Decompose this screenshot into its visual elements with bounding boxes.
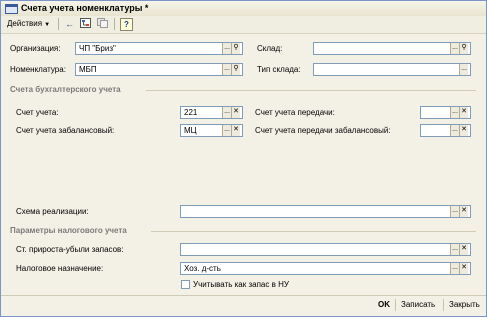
copy-icon[interactable] [96, 18, 109, 30]
inventory-checkbox[interactable] [181, 280, 190, 289]
warehouse-field[interactable]: ... ⚲ [313, 42, 471, 55]
select-ellipsis-icon[interactable]: ... [450, 263, 459, 274]
select-ellipsis-icon[interactable]: ... [222, 107, 231, 118]
gain-loss-field[interactable]: ... ✕ [180, 243, 471, 256]
section-divider [146, 90, 476, 91]
transfer-offbalance-label: Счет учета передачи забалансовый: [255, 126, 391, 135]
select-ellipsis-icon[interactable]: ... [450, 125, 459, 136]
select-ellipsis-icon[interactable]: ... [222, 125, 231, 136]
footer-separator [395, 299, 396, 311]
toolbar-separator [58, 18, 59, 30]
actions-label: Действия [7, 19, 43, 28]
transfer-account-label: Счет учета передачи: [255, 108, 335, 117]
title-bar: Счета учета номенклатуры * [1, 1, 486, 17]
ok-button[interactable]: OK [378, 299, 390, 311]
section-divider [151, 231, 476, 232]
tax-purpose-label: Налоговое назначение: [16, 264, 104, 273]
accounting-section-title: Счета бухгалтерского учета [10, 85, 121, 94]
search-icon[interactable]: ⚲ [231, 64, 240, 75]
item-value: МБП [79, 65, 97, 74]
clear-x-icon[interactable]: ✕ [231, 107, 240, 118]
chevron-down-icon: ▼ [44, 22, 51, 28]
tax-purpose-value: Хоз. д-сть [184, 264, 221, 273]
warehouse-label: Склад: [257, 44, 283, 53]
clear-x-icon[interactable]: ✕ [459, 125, 468, 136]
toolbar-separator [114, 18, 115, 30]
organization-value: ЧП "Бриз" [79, 44, 116, 53]
transfer-offbalance-field[interactable]: ... ✕ [420, 124, 471, 137]
select-ellipsis-icon[interactable]: ... [450, 206, 459, 217]
clear-x-icon[interactable]: ✕ [459, 244, 468, 255]
warehouse-type-label: Тип склада: [257, 65, 301, 74]
window-title: Счета учета номенклатуры * [21, 3, 149, 13]
item-field[interactable]: МБП ... ⚲ [75, 63, 243, 76]
select-ellipsis-icon[interactable]: ... [450, 244, 459, 255]
footer-separator [443, 299, 444, 311]
tax-purpose-field[interactable]: Хоз. д-сть ... ✕ [180, 262, 471, 275]
offbalance-account-label: Счет учета забалансовый: [16, 126, 115, 135]
back-arrow-icon[interactable]: ← [63, 18, 76, 30]
select-ellipsis-icon[interactable]: ... [222, 64, 231, 75]
close-button[interactable]: Закрыть [449, 299, 480, 311]
toolbar: Действия ▼ ← ? [1, 16, 486, 34]
organization-label: Организация: [10, 44, 61, 53]
sales-scheme-field[interactable]: ... ✕ [180, 205, 471, 218]
structure-icon[interactable] [79, 18, 92, 30]
account-label: Счет учета: [16, 108, 59, 117]
actions-menu-button[interactable]: Действия ▼ [5, 18, 52, 30]
tax-section-title: Параметры налогового учета [10, 226, 127, 235]
account-field[interactable]: 221 ... ✕ [180, 106, 243, 119]
gain-loss-label: Ст. прироста-убыли запасов: [16, 245, 124, 254]
item-label: Номенклатура: [10, 65, 66, 74]
select-ellipsis-icon[interactable]: ... [450, 107, 459, 118]
sales-scheme-label: Схема реализации: [16, 207, 89, 216]
account-value: 221 [184, 108, 198, 117]
window-icon [5, 4, 18, 14]
clear-x-icon[interactable]: ✕ [459, 206, 468, 217]
search-icon[interactable]: ⚲ [231, 43, 240, 54]
offbalance-account-field[interactable]: МЦ ... ✕ [180, 124, 243, 137]
form-window: Счета учета номенклатуры * Действия ▼ ← ?… [0, 0, 487, 317]
select-ellipsis-icon[interactable]: ... [450, 43, 459, 54]
search-icon[interactable]: ⚲ [459, 43, 468, 54]
warehouse-type-field[interactable]: ... [313, 63, 471, 76]
select-ellipsis-icon[interactable]: ... [222, 43, 231, 54]
clear-x-icon[interactable]: ✕ [459, 107, 468, 118]
clear-x-icon[interactable]: ✕ [231, 125, 240, 136]
inventory-checkbox-label: Учитывать как запас в НУ [193, 280, 289, 289]
organization-field[interactable]: ЧП "Бриз" ... ⚲ [75, 42, 243, 55]
offbalance-account-value: МЦ [184, 126, 197, 135]
help-icon[interactable]: ? [120, 18, 133, 31]
save-button[interactable]: Записать [401, 299, 435, 311]
clear-x-icon[interactable]: ✕ [459, 263, 468, 274]
transfer-account-field[interactable]: ... ✕ [420, 106, 471, 119]
footer-divider [1, 295, 486, 296]
select-ellipsis-icon[interactable]: ... [459, 64, 468, 75]
